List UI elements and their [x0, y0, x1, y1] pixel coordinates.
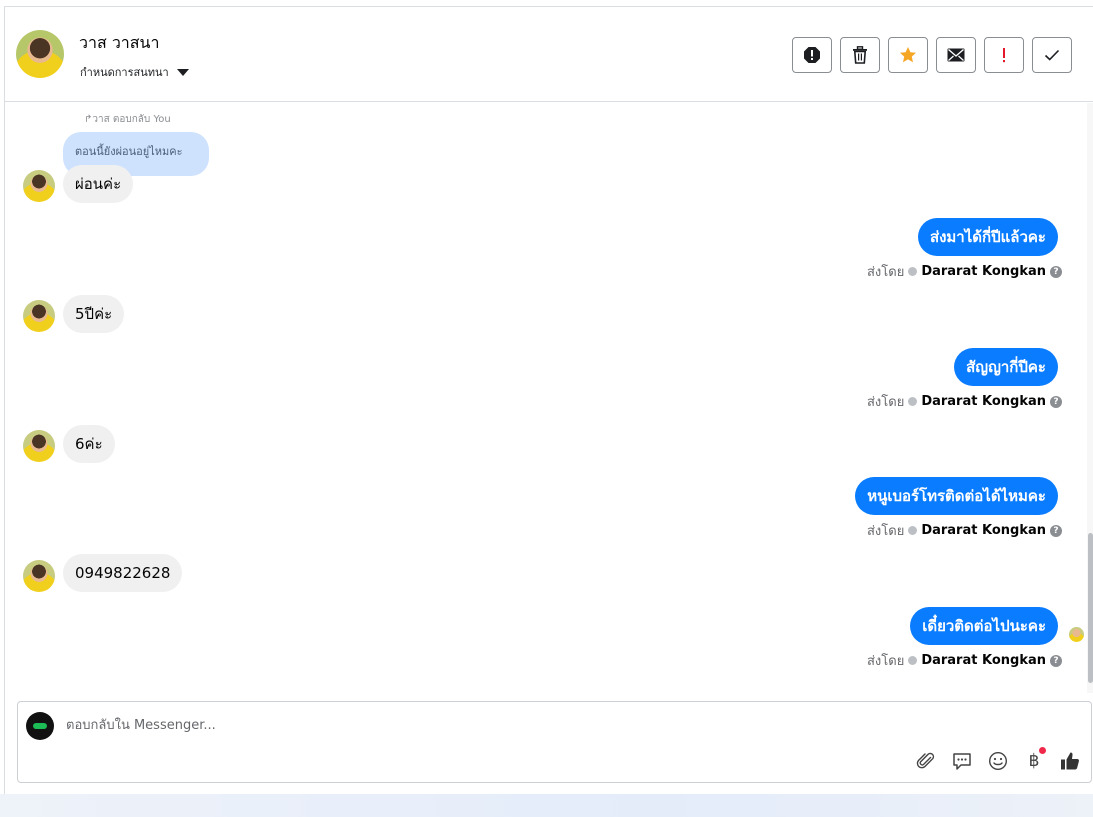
important-icon — [1003, 48, 1005, 63]
composer-tools: ฿ — [915, 747, 1081, 772]
star-icon — [900, 47, 916, 63]
sender-avatar[interactable] — [23, 560, 55, 592]
delete-button[interactable] — [840, 37, 880, 73]
sender-avatar[interactable] — [23, 300, 55, 332]
incoming-message[interactable]: 6ค่ะ — [63, 425, 115, 463]
sent-by-label: ส่งโดย — [866, 395, 905, 410]
sender-name[interactable]: Dararat Kongkan — [921, 523, 1046, 538]
sender-avatar[interactable] — [23, 170, 55, 202]
help-icon[interactable]: ? — [1050, 654, 1062, 667]
help-icon[interactable]: ? — [1050, 524, 1062, 537]
star-button[interactable] — [888, 37, 928, 73]
contact-avatar[interactable] — [16, 30, 64, 78]
spam-icon — [804, 47, 820, 63]
help-icon[interactable]: ? — [1050, 265, 1062, 278]
emoji-icon — [988, 751, 1008, 771]
notification-dot — [1039, 747, 1046, 754]
paperclip-icon — [916, 752, 935, 769]
mark-spam-button[interactable] — [792, 37, 832, 73]
conversation-header: วาส วาสนา กำหนดการสนทนา — [5, 7, 1093, 102]
conversation-panel: วาส วาสนา กำหนดการสนทนา ↱วาส ตอบกลับ You… — [4, 6, 1093, 794]
sent-by-row: ส่งโดย Dararat Kongkan ? — [867, 520, 1062, 541]
page-avatar — [26, 712, 54, 740]
incoming-message[interactable]: 0949822628 — [63, 554, 183, 592]
reply-context-label: ↱วาส ตอบกลับ You — [84, 114, 171, 125]
baht-icon: ฿ — [1028, 751, 1040, 771]
caret-down-icon — [176, 68, 189, 76]
sender-name[interactable]: Dararat Kongkan — [921, 394, 1046, 409]
reply-input[interactable] — [66, 714, 666, 736]
composer: ฿ — [17, 701, 1092, 783]
like-button[interactable] — [1059, 750, 1081, 772]
page-background-strip — [0, 794, 1093, 817]
message-list[interactable]: ↱วาส ตอบกลับ You ตอนนี้ยังผ่อนอยู่ไหมคะ … — [5, 103, 1093, 693]
incoming-message[interactable]: 5ปีค่ะ — [63, 295, 125, 333]
scrollbar-thumb[interactable] — [1088, 533, 1093, 683]
incoming-message[interactable]: ผ่อนค่ะ — [63, 165, 134, 203]
sender-name[interactable]: Dararat Kongkan — [921, 264, 1046, 279]
attach-button[interactable] — [915, 750, 937, 772]
mark-unread-button[interactable] — [936, 37, 976, 73]
verified-icon — [908, 526, 918, 535]
sent-by-row: ส่งโดย Dararat Kongkan ? — [867, 261, 1062, 282]
trash-icon — [853, 46, 867, 64]
thumbs-up-icon — [1061, 752, 1079, 770]
header-actions — [792, 37, 1072, 73]
scrollbar[interactable] — [1087, 103, 1093, 693]
verified-icon — [908, 656, 918, 665]
mail-icon — [947, 48, 965, 62]
seen-avatar — [1069, 627, 1084, 642]
outgoing-message[interactable]: ส่งมาได้กี่ปีแล้วคะ — [917, 218, 1058, 256]
saved-replies-button[interactable] — [951, 750, 973, 772]
payment-button[interactable]: ฿ — [1023, 747, 1046, 772]
mark-important-button[interactable] — [984, 37, 1024, 73]
sender-avatar[interactable] — [23, 430, 55, 462]
sent-by-label: ส่งโดย — [866, 524, 905, 539]
conversation-schedule-label: กำหนดการสนทนา — [80, 66, 169, 79]
mark-done-button[interactable] — [1032, 37, 1072, 73]
contact-name[interactable]: วาส วาสนา — [79, 31, 159, 56]
outgoing-message[interactable]: สัญญากี่ปีคะ — [954, 348, 1058, 386]
sent-by-row: ส่งโดย Dararat Kongkan ? — [867, 650, 1062, 671]
sent-by-row: ส่งโดย Dararat Kongkan ? — [867, 391, 1062, 412]
verified-icon — [908, 397, 918, 406]
check-icon — [1044, 49, 1060, 61]
emoji-button[interactable] — [987, 750, 1009, 772]
sent-by-label: ส่งโดย — [866, 265, 905, 280]
outgoing-message[interactable]: หนูเบอร์โทรติดต่อได้ไหมคะ — [855, 477, 1058, 515]
outgoing-message[interactable]: เดี๋ยวติดต่อไปนะคะ — [910, 607, 1058, 645]
verified-icon — [908, 267, 918, 276]
sent-by-label: ส่งโดย — [866, 654, 905, 669]
conversation-schedule-dropdown[interactable]: กำหนดการสนทนา — [80, 63, 189, 81]
help-icon[interactable]: ? — [1050, 395, 1062, 408]
sender-name[interactable]: Dararat Kongkan — [921, 653, 1046, 668]
chat-bubble-icon — [953, 752, 971, 770]
